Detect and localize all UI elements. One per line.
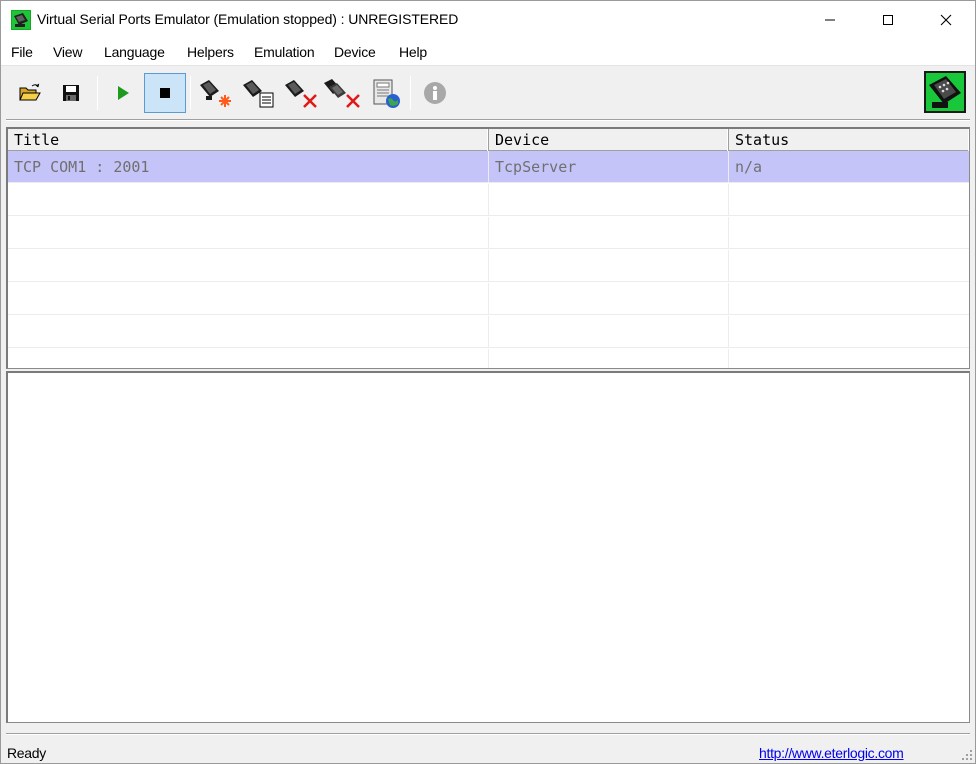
serial-port-logo-icon bbox=[924, 71, 966, 113]
empty-cell bbox=[8, 316, 489, 348]
menu-bar: File View Language Helpers Emulation Dev… bbox=[1, 39, 975, 65]
resize-grip-icon[interactable] bbox=[961, 749, 973, 761]
start-emulation-button[interactable] bbox=[103, 74, 143, 112]
play-icon bbox=[118, 86, 129, 100]
empty-cell bbox=[729, 184, 969, 216]
window-title: Virtual Serial Ports Emulator (Emulation… bbox=[37, 11, 459, 27]
save-floppy-icon bbox=[63, 85, 79, 101]
menu-helpers[interactable]: Helpers bbox=[187, 44, 234, 60]
empty-cell bbox=[8, 283, 489, 315]
empty-row bbox=[8, 217, 969, 249]
delete-all-devices-button[interactable] bbox=[322, 74, 362, 112]
open-button[interactable] bbox=[10, 74, 50, 112]
menu-view[interactable]: View bbox=[53, 44, 82, 60]
empty-cell bbox=[729, 349, 969, 368]
status-divider bbox=[6, 733, 970, 735]
edit-device-button[interactable] bbox=[238, 74, 278, 112]
maximize-icon bbox=[883, 15, 893, 25]
app-icon bbox=[11, 10, 31, 30]
website-link[interactable]: http://www.eterlogic.com bbox=[759, 745, 904, 761]
new-device-icon bbox=[200, 80, 231, 107]
empty-cell bbox=[8, 250, 489, 282]
toolbar-divider bbox=[6, 119, 970, 121]
empty-row bbox=[8, 184, 969, 216]
empty-row bbox=[8, 316, 969, 348]
network-settings-button[interactable] bbox=[366, 74, 406, 112]
menu-emulation[interactable]: Emulation bbox=[254, 44, 315, 60]
edit-device-icon bbox=[243, 80, 274, 108]
empty-cell bbox=[489, 184, 729, 216]
menu-language[interactable]: Language bbox=[104, 44, 165, 60]
device-status-cell: n/a bbox=[729, 151, 969, 183]
device-type-cell: TcpServer bbox=[489, 151, 729, 183]
empty-cell bbox=[489, 283, 729, 315]
about-button[interactable] bbox=[415, 74, 455, 112]
empty-cell bbox=[489, 316, 729, 348]
delete-device-button[interactable] bbox=[280, 74, 320, 112]
delete-device-icon bbox=[285, 80, 317, 108]
title-bar[interactable]: Virtual Serial Ports Emulator (Emulation… bbox=[1, 1, 975, 39]
stop-icon bbox=[160, 88, 170, 98]
minimize-button[interactable] bbox=[801, 1, 859, 39]
status-bar: Ready http://www.eterlogic.com bbox=[1, 733, 975, 763]
log-pane[interactable] bbox=[6, 371, 970, 723]
close-button[interactable] bbox=[917, 1, 975, 39]
toolbar-separator bbox=[97, 76, 98, 110]
device-title-cell: TCP COM1 : 2001 bbox=[8, 151, 489, 183]
empty-cell bbox=[729, 250, 969, 282]
empty-row bbox=[8, 250, 969, 282]
empty-cell bbox=[729, 217, 969, 249]
toolbar bbox=[1, 65, 975, 121]
delete-all-devices-icon bbox=[324, 79, 360, 108]
empty-row bbox=[8, 283, 969, 315]
status-text: Ready bbox=[7, 745, 46, 761]
info-icon bbox=[424, 82, 446, 104]
device-list[interactable]: Title Device Status TCP COM1 : 2001 TcpS… bbox=[6, 127, 970, 369]
save-button[interactable] bbox=[51, 74, 91, 112]
empty-cell bbox=[489, 250, 729, 282]
app-logo bbox=[924, 71, 966, 113]
column-header-status[interactable]: Status bbox=[729, 129, 969, 151]
menu-device[interactable]: Device bbox=[334, 44, 376, 60]
toolbar-separator bbox=[190, 76, 191, 110]
toolbar-separator bbox=[410, 76, 411, 110]
menu-file[interactable]: File bbox=[11, 44, 33, 60]
empty-cell bbox=[8, 184, 489, 216]
new-device-button[interactable] bbox=[195, 74, 235, 112]
device-list-header: Title Device Status bbox=[8, 129, 969, 151]
empty-cell bbox=[729, 283, 969, 315]
device-row[interactable]: TCP COM1 : 2001 TcpServer n/a bbox=[8, 151, 969, 183]
network-settings-icon bbox=[373, 79, 400, 108]
open-folder-icon bbox=[19, 83, 41, 101]
minimize-icon bbox=[825, 19, 835, 21]
stop-emulation-button[interactable] bbox=[144, 73, 186, 113]
empty-cell bbox=[489, 217, 729, 249]
close-icon bbox=[940, 14, 952, 26]
main-window: Virtual Serial Ports Emulator (Emulation… bbox=[0, 0, 976, 764]
empty-cell bbox=[489, 349, 729, 368]
maximize-button[interactable] bbox=[859, 1, 917, 39]
empty-row bbox=[8, 349, 969, 368]
column-header-title[interactable]: Title bbox=[8, 129, 489, 151]
column-header-device[interactable]: Device bbox=[489, 129, 729, 151]
empty-cell bbox=[729, 316, 969, 348]
empty-cell bbox=[8, 349, 489, 368]
empty-cell bbox=[8, 217, 489, 249]
menu-help[interactable]: Help bbox=[399, 44, 427, 60]
